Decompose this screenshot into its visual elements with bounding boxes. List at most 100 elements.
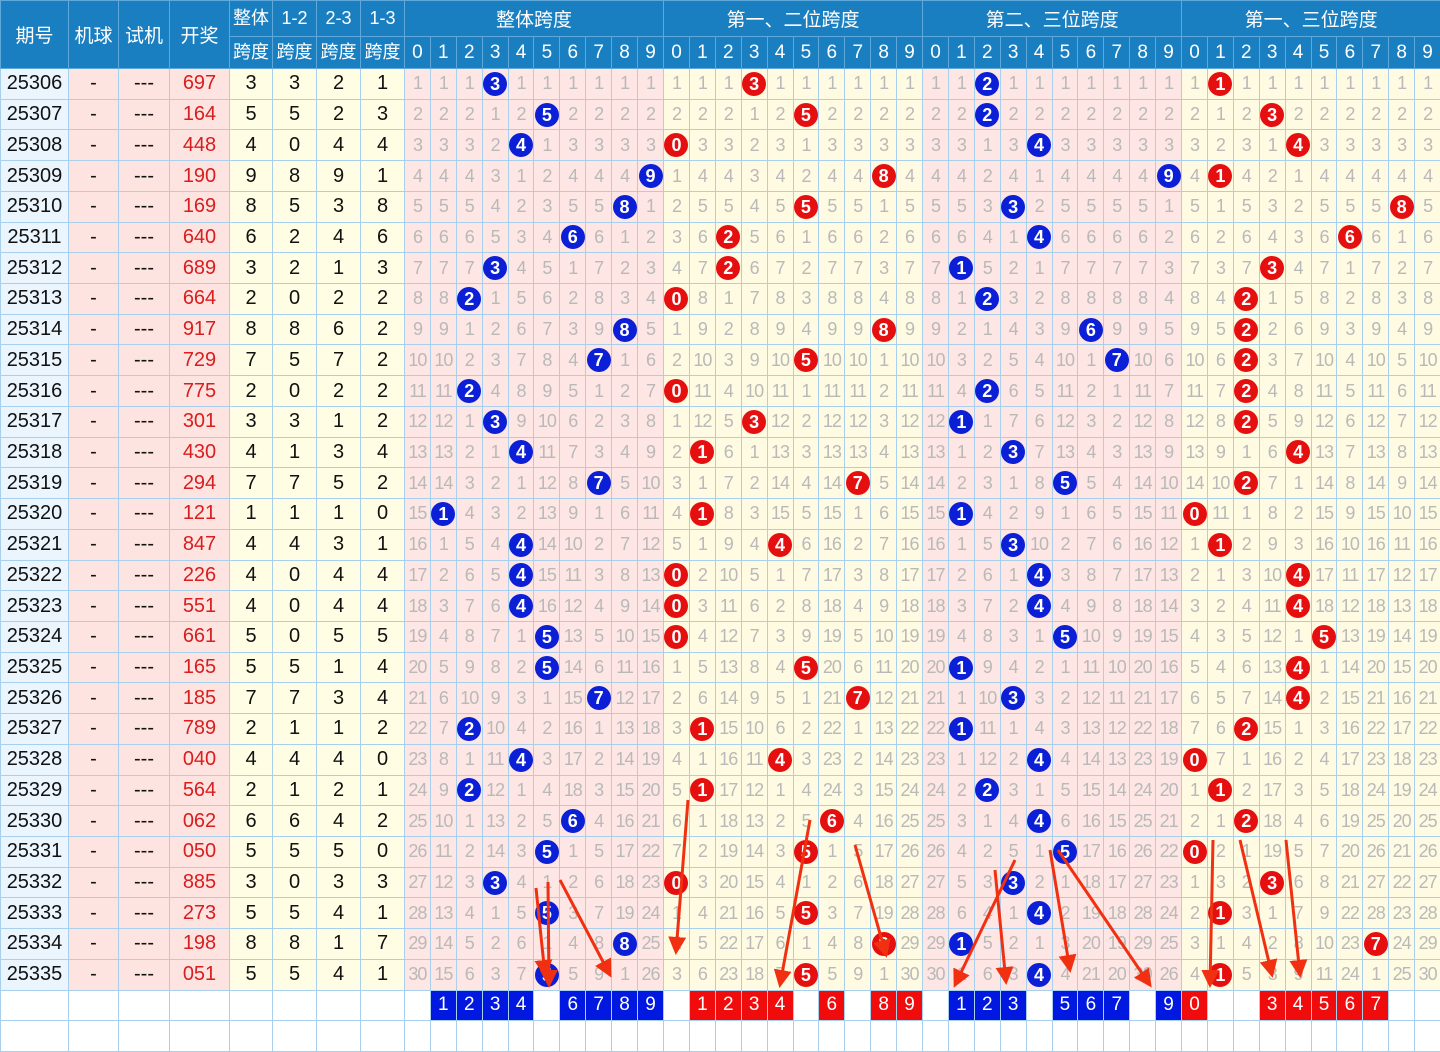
span12-cell: 3 [273, 69, 317, 100]
digit-header-pos12-0: 0 [664, 37, 690, 69]
omission-cell: 3 [1415, 130, 1440, 161]
omission-cell: 3 [793, 437, 819, 468]
overall-span-cell: 4 [230, 437, 273, 468]
omission-cell: 18 [715, 806, 741, 837]
omission-cell: 3 [741, 499, 767, 530]
col-header-span23-top: 2-3 [317, 1, 361, 37]
blank-cell [1156, 1021, 1182, 1052]
omission-cell: 2 [612, 376, 638, 407]
omission-cell: 6 [1052, 806, 1078, 837]
omission-cell: 21 [1337, 867, 1363, 898]
hit-cell: 4 [1285, 560, 1311, 591]
omission-cell: 3 [793, 284, 819, 315]
summary-digit: 2 [456, 990, 482, 1021]
omission-cell: 9 [612, 591, 638, 622]
omission-cell: 20 [897, 652, 923, 683]
hit-ball: 1 [1208, 901, 1232, 925]
omission-cell: 4 [1078, 437, 1104, 468]
omission-cell: 15 [405, 499, 431, 530]
hit-ball: 4 [1286, 686, 1310, 710]
col-header-period[interactable]: 期号 [1, 1, 69, 69]
omission-cell: 1 [456, 69, 482, 100]
omission-cell: 5 [560, 959, 586, 990]
digit-header-pos23-1: 1 [948, 37, 974, 69]
hit-ball: 8 [613, 195, 637, 219]
blank-cell [1233, 1021, 1259, 1052]
hit-ball: 1 [949, 502, 973, 526]
omission-cell: 4 [819, 929, 845, 960]
omission-cell: 1 [482, 898, 508, 929]
omission-cell: 30 [923, 959, 949, 990]
digit-header-overall-5: 5 [534, 37, 560, 69]
hit-cell: 1 [948, 253, 974, 284]
hit-cell: 4 [1026, 560, 1052, 591]
col-header-draw[interactable]: 开奖 [170, 1, 230, 69]
hit-ball: 8 [613, 932, 637, 956]
omission-cell: 19 [923, 621, 949, 652]
table-row: 25321----8474431161544141027125194461627… [1, 529, 1440, 560]
omission-cell: 6 [845, 867, 871, 898]
omission-cell: 2 [1078, 99, 1104, 130]
draw-number-cell: 040 [170, 744, 230, 775]
omission-cell: 1 [974, 130, 1000, 161]
draw-number-cell: 729 [170, 345, 230, 376]
span-trend-table: 期号 机球 试机 开奖 整体 1-2 2-3 1-3 整体跨度 第一、二位跨度 … [0, 0, 1440, 1052]
omission-cell: 1 [586, 376, 612, 407]
omission-cell: 1 [1259, 130, 1285, 161]
omission-cell: 6 [456, 222, 482, 253]
blank-cell [612, 1021, 638, 1052]
omission-cell: 6 [741, 591, 767, 622]
omission-cell: 3 [430, 591, 456, 622]
omission-cell: 1 [1233, 744, 1259, 775]
hit-cell: 9 [1156, 161, 1182, 192]
digit-header-overall-6: 6 [560, 37, 586, 69]
omission-cell: 17 [1104, 867, 1130, 898]
omission-cell: 4 [1000, 806, 1026, 837]
omission-cell: 7 [430, 253, 456, 284]
draw-number-cell: 164 [170, 99, 230, 130]
col-header-trial[interactable]: 试机 [119, 1, 170, 69]
omission-cell: 9 [897, 314, 923, 345]
omission-cell: 16 [612, 806, 638, 837]
omission-cell: 4 [1052, 161, 1078, 192]
hit-ball: 8 [1390, 195, 1414, 219]
omission-cell: 6 [1259, 437, 1285, 468]
omission-cell: 1 [1285, 468, 1311, 499]
omission-cell: 8 [1182, 284, 1208, 315]
omission-cell: 2 [1156, 222, 1182, 253]
omission-cell: 3 [1311, 130, 1337, 161]
hit-ball: 4 [509, 440, 533, 464]
omission-cell: 16 [741, 898, 767, 929]
omission-cell: 9 [741, 345, 767, 376]
draw-number-cell: 885 [170, 867, 230, 898]
hit-cell: 3 [1259, 867, 1285, 898]
summary-digit: 1 [689, 990, 715, 1021]
omission-cell: 1 [871, 345, 897, 376]
omission-cell: 13 [430, 898, 456, 929]
blank-cell [664, 1021, 690, 1052]
omission-cell: 16 [405, 529, 431, 560]
col-header-ball[interactable]: 机球 [69, 1, 119, 69]
hit-ball: 4 [509, 533, 533, 557]
span12-cell: 0 [273, 621, 317, 652]
omission-cell: 1 [664, 69, 690, 100]
hit-cell: 0 [664, 284, 690, 315]
omission-cell: 4 [741, 191, 767, 222]
omission-cell: 1 [1311, 69, 1337, 100]
hit-ball: 1 [690, 717, 714, 741]
omission-cell: 3 [689, 130, 715, 161]
trial-cell: --- [119, 775, 170, 806]
trial-cell: --- [119, 836, 170, 867]
omission-cell: 28 [1130, 898, 1156, 929]
omission-cell: 7 [1311, 253, 1337, 284]
omission-cell: 22 [638, 836, 664, 867]
omission-cell: 10 [689, 345, 715, 376]
omission-cell: 4 [1182, 621, 1208, 652]
omission-cell: 3 [689, 591, 715, 622]
omission-cell: 2 [897, 99, 923, 130]
table-row: 25333----2735541281341553719241421165537… [1, 898, 1440, 929]
table-row: 25330----0626642251011325641621611813256… [1, 806, 1440, 837]
hit-ball: 2 [457, 717, 481, 741]
omission-cell: 1 [871, 959, 897, 990]
omission-cell: 14 [430, 929, 456, 960]
